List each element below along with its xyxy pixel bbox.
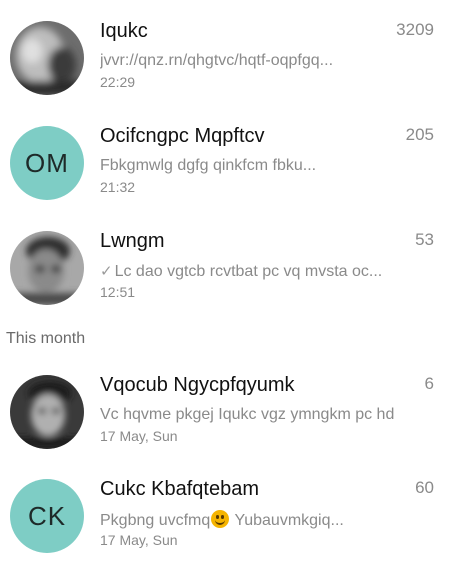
avatar-initials: OM <box>10 126 84 200</box>
read-check-icon: ✓ <box>100 263 113 280</box>
contact-photo-icon <box>10 375 84 449</box>
chat-name: Vqocub Ngycpfqyumk <box>100 374 295 396</box>
unread-count: 53 <box>415 230 434 249</box>
chat-row-iqukc[interactable]: Iqukc 3209 jvvr://qnz.rn/qhgtvc/hqtf-oqp… <box>0 8 450 108</box>
contact-photo-icon <box>10 231 84 305</box>
avatar <box>10 231 84 305</box>
avatar-initials-text: CK <box>27 500 67 531</box>
chat-name: Ocifcngpc Mqpftcv <box>100 125 265 147</box>
chat-name: Lwngm <box>100 230 165 252</box>
message-time: 17 May, Sun <box>100 428 178 444</box>
chat-list: Iqukc 3209 jvvr://qnz.rn/qhgtvc/hqtf-oqp… <box>0 0 450 578</box>
message-time: 21:32 <box>100 179 136 195</box>
chat-row-ocifcngpc[interactable]: OM Ocifcngpc Mqpftcv 205 Fbkgmwlg dgfg q… <box>0 113 450 213</box>
message-time: 22:29 <box>100 74 136 90</box>
avatar-initials: CK <box>10 479 84 553</box>
chat-row-cukc[interactable]: CK Cukc Kbafqtebam 60 Pkgbng uvcfmq Yuba… <box>0 466 450 566</box>
message-preview: Fbkgmwlg dgfg qinkfcm fbku... <box>100 157 317 174</box>
chat-name: Iqukc <box>100 20 148 42</box>
section-header-this-month: This month <box>6 330 86 347</box>
unread-count: 6 <box>424 374 434 393</box>
unread-count: 3209 <box>396 20 434 39</box>
avatar <box>10 21 84 95</box>
unread-count: 60 <box>415 478 434 497</box>
unread-count: 205 <box>405 125 434 144</box>
message-preview: jvvr://qnz.rn/qhgtvc/hqtf-oqpfgq... <box>100 52 334 69</box>
message-preview-text-rest: Yubauvmkgiq... <box>230 512 344 529</box>
message-preview-text: Lc dao vgtcb rcvtbat pc vq mvsta oc... <box>114 263 383 280</box>
message-time: 12:51 <box>100 284 136 300</box>
chat-name: Cukc Kbafqtebam <box>100 478 259 500</box>
message-preview: Vc hqvme pkgej Iqukc vgz ymngkm pc hd <box>100 406 395 423</box>
contact-photo-icon <box>10 21 84 95</box>
message-preview: ✓ Lc dao vgtcb rcvtbat pc vq mvsta oc... <box>100 262 382 281</box>
avatar <box>10 375 84 449</box>
message-time: 17 May, Sun <box>100 532 178 548</box>
avatar-initials-text: OM <box>25 147 69 178</box>
chat-row-lwngm[interactable]: Lwngm 53 ✓ Lc dao vgtcb rcvtbat pc vq mvs… <box>0 218 450 318</box>
message-preview-text: Pkgbng uvcfmq <box>100 512 211 529</box>
smiley-emoji-icon <box>211 510 230 528</box>
chat-row-vqocub[interactable]: Vqocub Ngycpfqyumk 6 Vc hqvme pkgej Iquk… <box>0 362 450 462</box>
message-preview: Pkgbng uvcfmq Yubauvmkgiq... <box>100 510 344 530</box>
